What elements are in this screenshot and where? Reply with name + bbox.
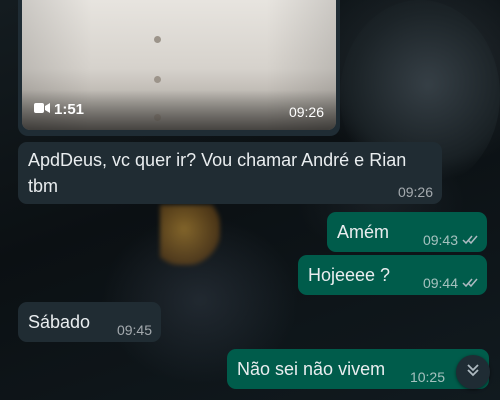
message-time: 09:26 — [288, 104, 324, 120]
message-meta: 09:45 — [117, 322, 152, 338]
message-time: 09:44 — [422, 275, 458, 291]
message-bubble-incoming[interactable]: ApdDeus, vc quer ir? Vou chamar André e … — [18, 142, 442, 204]
video-duration: 1:51 — [34, 101, 84, 118]
video-message[interactable]: 1:51 09:26 — [18, 0, 340, 136]
message-time: 09:45 — [116, 322, 152, 338]
message-meta: 10:25 — [410, 369, 445, 385]
video-camera-icon — [34, 101, 50, 118]
double-chevron-down-icon — [465, 362, 481, 383]
message-meta: 09:43 — [423, 232, 478, 248]
message-time: 09:26 — [397, 184, 433, 200]
video-duration-text: 1:51 — [54, 101, 85, 118]
message-text: ApdDeus, vc quer ir? Vou chamar André e … — [28, 150, 407, 196]
message-time: 09:43 — [422, 232, 458, 248]
message-text: Não sei não vivem — [237, 359, 386, 379]
message-meta: 09:44 — [423, 275, 478, 291]
message-time: 10:25 — [409, 369, 445, 385]
message-bubble-outgoing[interactable]: Hojeeee ? 09:44 — [298, 255, 487, 295]
message-text: Sábado — [28, 312, 91, 332]
double-check-icon — [462, 275, 478, 291]
thumbnail-detail — [154, 36, 161, 43]
video-thumbnail[interactable]: 1:51 09:26 — [22, 0, 336, 130]
scroll-to-bottom-button[interactable] — [456, 355, 490, 389]
thumbnail-detail — [154, 76, 161, 83]
message-bubble-outgoing[interactable]: Não sei não vivem 10:25 — [227, 349, 489, 389]
message-bubble-incoming[interactable]: Sábado 09:45 — [18, 302, 161, 342]
message-bubble-outgoing[interactable]: Amém 09:43 — [327, 212, 487, 252]
message-meta: 09:26 — [398, 184, 433, 200]
message-text: Amém — [337, 222, 390, 242]
double-check-icon — [462, 232, 478, 248]
wallpaper-decoration — [160, 205, 220, 265]
message-text: Hojeeee ? — [308, 265, 391, 285]
